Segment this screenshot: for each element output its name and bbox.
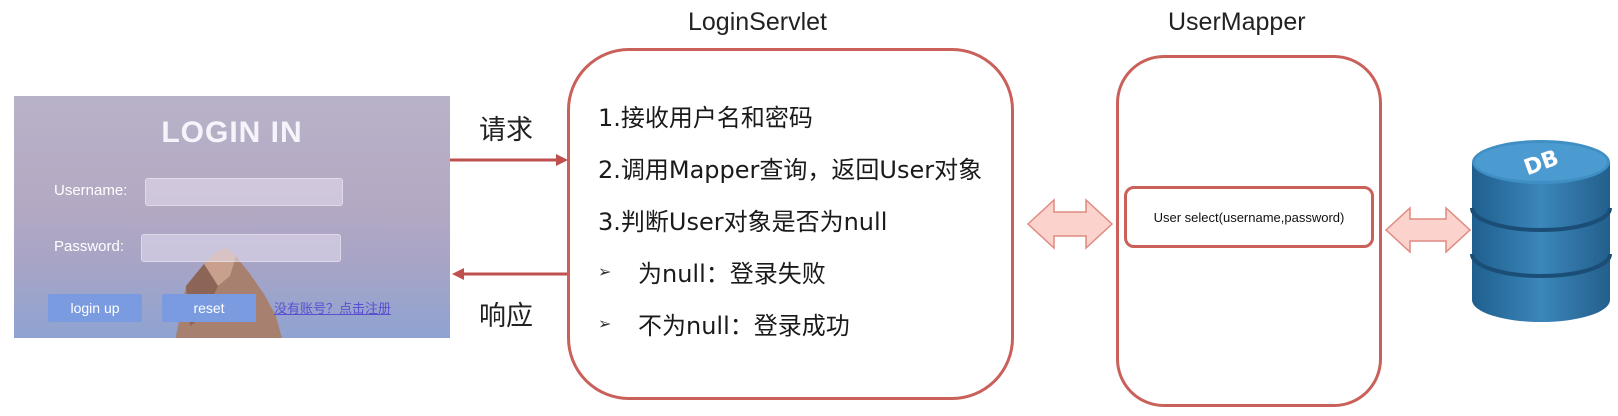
mapper-method-signature: User select(username,password) xyxy=(1153,209,1345,225)
bullet-arrow-icon: ➢ xyxy=(598,262,612,281)
servlet-mapper-double-arrow xyxy=(1026,198,1114,250)
servlet-step-2: 2.调用Mapper查询，返回User对象 xyxy=(598,156,983,184)
servlet-bullet-success: 不为null：登录成功 xyxy=(638,312,850,340)
response-label: 响应 xyxy=(479,301,533,332)
register-link[interactable]: 没有账号？点击注册 xyxy=(274,298,391,317)
mapper-db-double-arrow xyxy=(1384,206,1472,254)
password-input[interactable] xyxy=(141,234,341,262)
servlet-step-3: 3.判断User对象是否为null xyxy=(598,208,888,236)
password-label: Password: xyxy=(54,238,125,255)
servlet-step-1: 1.接收用户名和密码 xyxy=(598,104,813,132)
login-button[interactable]: login up xyxy=(48,294,142,322)
response-arrowhead xyxy=(452,268,464,280)
username-label: Username: xyxy=(54,182,128,199)
bullet-arrow-icon: ➢ xyxy=(598,314,612,333)
login-title: LOGIN IN xyxy=(161,116,303,149)
database-icon: DB xyxy=(1470,140,1612,322)
servlet-bullet-fail: 为null：登录失败 xyxy=(638,260,826,288)
request-response-arrows xyxy=(450,154,570,280)
mapper-title: UserMapper xyxy=(1168,8,1306,36)
servlet-title: LoginServlet xyxy=(688,8,827,36)
reset-button[interactable]: reset xyxy=(162,294,256,322)
mapper-method-box: User select(username,password) xyxy=(1124,186,1374,248)
request-label: 请求 xyxy=(479,115,533,146)
username-input[interactable] xyxy=(145,178,343,206)
login-page-screenshot: LOGIN IN Username: Password: login up re… xyxy=(14,96,450,338)
